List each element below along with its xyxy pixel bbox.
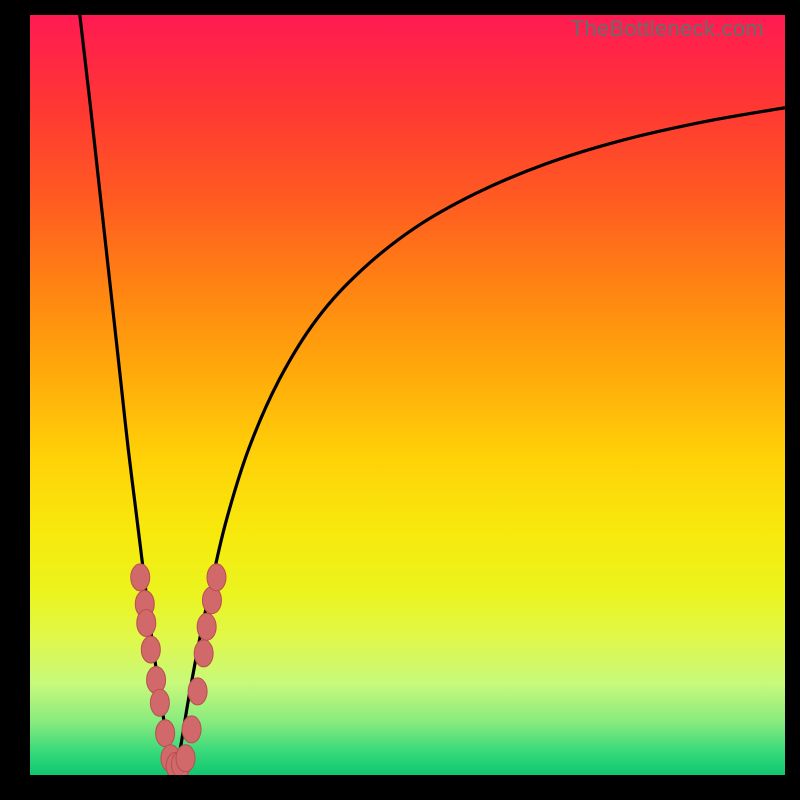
chart-frame: TheBottleneck.com [0,0,800,800]
marker-cluster [131,564,226,775]
data-marker [176,745,195,772]
curve-right-branch [176,108,785,771]
data-marker [188,678,207,705]
data-marker [207,564,226,591]
data-marker [141,636,160,663]
curve-layer [30,15,785,775]
data-marker [194,640,213,667]
data-marker [150,689,169,716]
data-marker [131,564,150,591]
watermark-text: TheBottleneck.com [571,16,764,42]
data-marker [182,716,201,743]
data-marker [137,610,156,637]
data-marker [197,613,216,640]
data-marker [156,720,175,747]
plot-area [30,15,785,775]
